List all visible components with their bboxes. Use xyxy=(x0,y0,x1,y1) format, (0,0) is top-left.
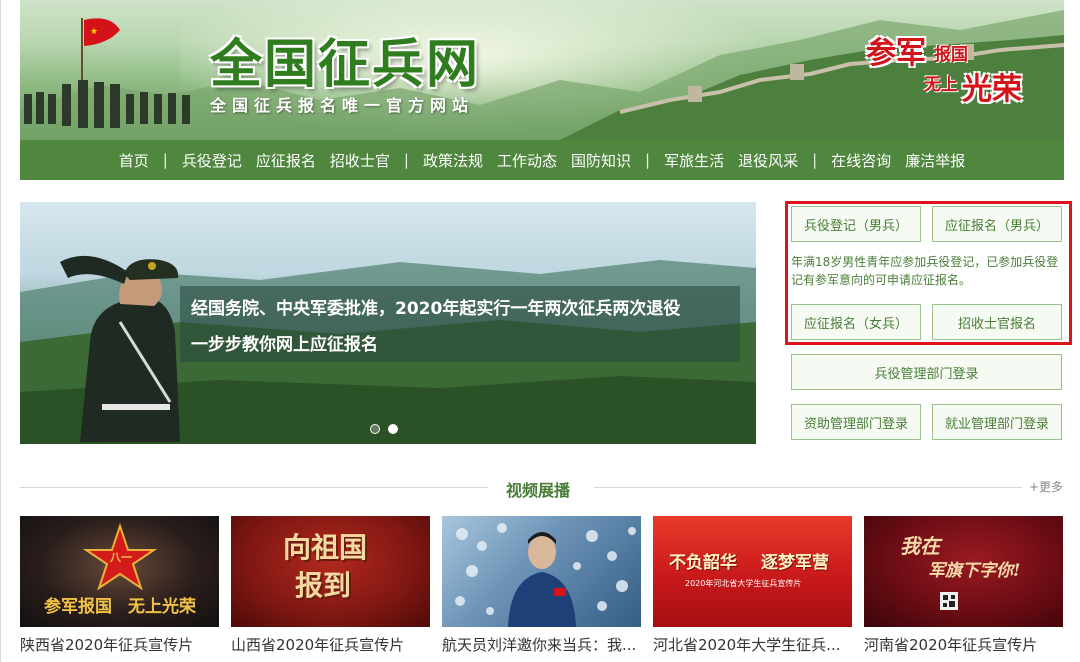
video-thumbnail[interactable]: 向祖国 报到 xyxy=(231,516,430,627)
site-title: 全国征兵网 xyxy=(210,35,481,95)
svg-text:★: ★ xyxy=(90,27,98,37)
more-videos-link[interactable]: +更多 xyxy=(1029,478,1063,495)
main-nav: 首页 | 兵役登记 应征报名 招收士官 | 政策法规 工作动态 国防知识 | 军… xyxy=(20,140,1064,180)
banner-slogan: 参军 报国 无上 光荣 xyxy=(854,28,1044,108)
video-caption[interactable]: 山西省2020年征兵宣传片 xyxy=(231,634,431,655)
nav-work-news[interactable]: 工作动态 xyxy=(490,150,564,171)
nav-separator: | xyxy=(403,151,409,169)
nav-military-registration[interactable]: 兵役登记 xyxy=(175,150,249,171)
video-caption[interactable]: 河北省2020年大学生征兵... xyxy=(653,634,853,655)
nav-separator: | xyxy=(645,151,651,169)
slider-dot-1[interactable] xyxy=(370,424,380,434)
slider-dots xyxy=(370,424,398,434)
nav-enlistment-application[interactable]: 应征报名 xyxy=(249,150,323,171)
site-subtitle: 全国征兵报名唯一官方网站 xyxy=(210,96,475,115)
video-thumbnail[interactable]: 八一 参军报国 无上光荣 xyxy=(20,516,219,627)
thumb-art-text: 逐梦军营 xyxy=(761,553,829,573)
nav-military-life[interactable]: 军旅生活 xyxy=(657,150,731,171)
video-thumbnail[interactable]: 我在 军旗下字你! xyxy=(864,516,1063,627)
section-divider-left xyxy=(20,487,488,488)
thumb-art-text: 向祖国 xyxy=(283,531,368,564)
admin-login-button[interactable]: 兵役管理部门登录 xyxy=(791,354,1062,390)
thumb-art-text: 无上光荣 xyxy=(128,597,196,617)
section-divider-right xyxy=(594,487,1022,488)
qr-code-icon xyxy=(940,592,958,610)
nav-integrity-report[interactable]: 廉洁举报 xyxy=(898,150,972,171)
astronaut-photo xyxy=(455,523,636,627)
nav-online-consult[interactable]: 在线咨询 xyxy=(824,150,898,171)
register-male-button[interactable]: 兵役登记（男兵） xyxy=(791,206,921,242)
nav-nco-recruitment[interactable]: 招收士官 xyxy=(323,150,397,171)
hero-slider[interactable]: 经国务院、中央军委批准，2020年起实行一年两次征兵两次退役 一步步教你网上应征… xyxy=(20,202,756,444)
nav-separator: | xyxy=(162,151,168,169)
slogan-part-3: 无上 xyxy=(924,75,958,95)
apply-male-button[interactable]: 应征报名（男兵） xyxy=(932,206,1062,242)
apply-female-button[interactable]: 应征报名（女兵） xyxy=(791,304,921,340)
site-banner: ★ 全国征兵网 全国征兵报名唯一官方网站 参军 报国 无上 光荣 xyxy=(20,0,1064,140)
slogan-part-1: 参军 xyxy=(866,36,926,71)
aid-admin-login-button[interactable]: 资助管理部门登录 xyxy=(791,404,921,440)
thumb-art-text: 参军报国 xyxy=(44,597,112,617)
video-thumbnail[interactable] xyxy=(442,516,641,627)
registration-notice: 年满18岁男性青年应参加兵役登记，已参加兵役登记有参军意向的可申请应征报名。 xyxy=(791,255,1059,287)
slider-dot-2[interactable] xyxy=(388,424,398,434)
slogan-part-2: 报国 xyxy=(934,45,968,65)
employment-admin-login-button[interactable]: 就业管理部门登录 xyxy=(932,404,1062,440)
video-caption[interactable]: 航天员刘洋邀你来当兵：我... xyxy=(442,634,642,655)
hero-headline[interactable]: 经国务院、中央军委批准，2020年起实行一年两次征兵两次退役 xyxy=(191,294,680,319)
nco-apply-button[interactable]: 招收士官报名 xyxy=(932,304,1062,340)
video-caption[interactable]: 陕西省2020年征兵宣传片 xyxy=(20,634,220,655)
nav-policies[interactable]: 政策法规 xyxy=(416,150,490,171)
nav-veterans[interactable]: 退役风采 xyxy=(731,150,805,171)
thumb-small-text: 2020年河北省大学生征兵宣传片 xyxy=(685,579,802,588)
video-section-title: 视频展播 xyxy=(506,481,571,500)
nav-separator: | xyxy=(812,151,818,169)
thumb-art-text: 报到 xyxy=(295,569,352,602)
thumb-emblem-text: 八一 xyxy=(110,551,132,564)
nav-defense-knowledge[interactable]: 国防知识 xyxy=(564,150,638,171)
page-left-border xyxy=(0,0,1,662)
video-caption[interactable]: 河南省2020年征兵宣传片 xyxy=(864,634,1064,655)
thumb-art-text: 不负韶华 xyxy=(669,553,737,573)
slogan-part-4: 光荣 xyxy=(962,72,1022,107)
video-thumbnail[interactable]: 不负韶华 逐梦军营 2020年河北省大学生征兵宣传片 xyxy=(653,516,852,627)
nav-home[interactable]: 首页 xyxy=(112,150,156,171)
hero-subheadline[interactable]: 一步步教你网上应征报名 xyxy=(191,330,378,355)
